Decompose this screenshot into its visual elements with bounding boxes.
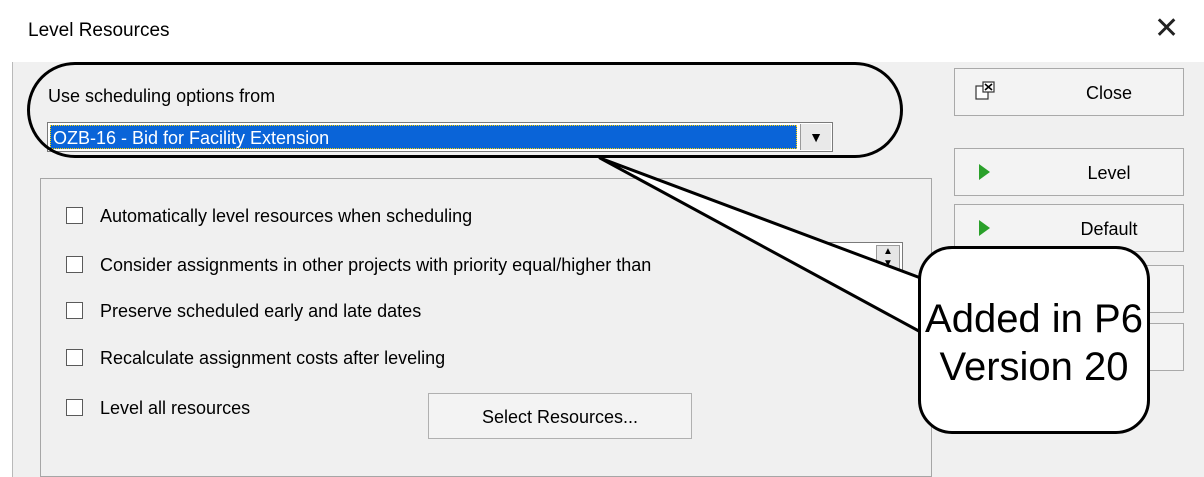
- callout-line-2: Version 20: [939, 345, 1129, 389]
- version-callout: Added in P6 Version 20: [918, 246, 1150, 434]
- callout-line-1: Added in P6: [925, 297, 1143, 341]
